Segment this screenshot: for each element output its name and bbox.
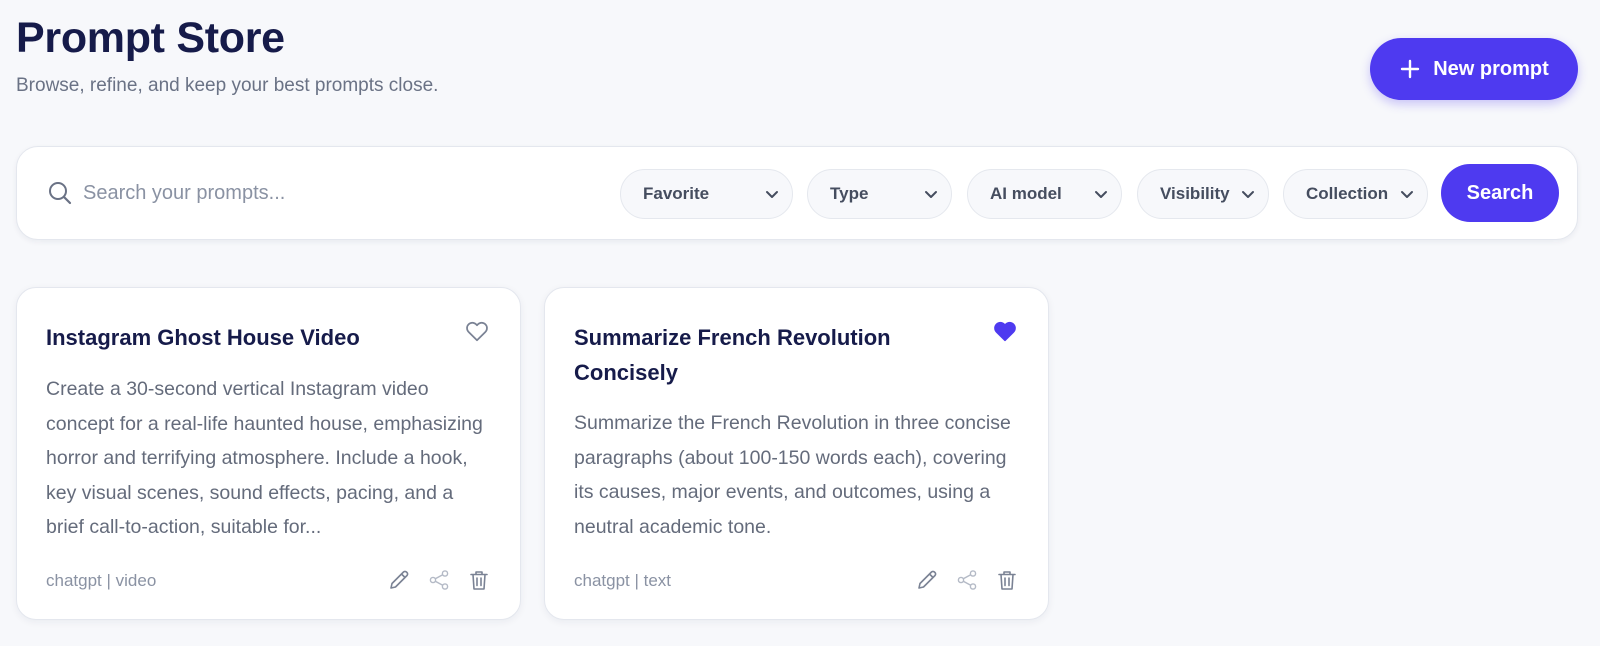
chevron-down-icon bbox=[764, 186, 780, 202]
prompt-card-title: Instagram Ghost House Video bbox=[46, 325, 360, 350]
filter-collection[interactable]: Collection bbox=[1283, 169, 1428, 219]
filter-collection-label: Collection bbox=[1306, 184, 1389, 203]
new-prompt-label: New prompt bbox=[1433, 57, 1549, 80]
filter-type[interactable]: Type bbox=[807, 169, 952, 219]
prompt-store-page: Prompt Store Browse, refine, and keep yo… bbox=[0, 0, 1600, 646]
chevron-down-icon bbox=[1093, 186, 1109, 202]
page-subtitle: Browse, refine, and keep your best promp… bbox=[16, 75, 439, 96]
search-input[interactable] bbox=[83, 171, 603, 215]
filter-favorite-label: Favorite bbox=[643, 184, 710, 203]
prompt-card[interactable]: Instagram Ghost House Video Create a 30-… bbox=[16, 287, 521, 620]
chevron-down-icon bbox=[1240, 186, 1256, 202]
chevron-down-icon bbox=[1399, 186, 1415, 202]
prompt-card-description: Create a 30-second vertical Instagram vi… bbox=[46, 378, 483, 539]
heart-outline-icon[interactable] bbox=[464, 318, 492, 346]
prompt-card-meta: chatgpt | text bbox=[574, 571, 672, 590]
prompt-card-description: Summarize the French Revolution in three… bbox=[574, 412, 1011, 538]
search-button[interactable]: Search bbox=[1441, 164, 1559, 222]
chevron-down-icon bbox=[923, 186, 939, 202]
search-icon bbox=[47, 180, 73, 206]
filter-ai-model[interactable]: AI model bbox=[967, 169, 1122, 219]
trash-icon[interactable] bbox=[994, 567, 1020, 593]
prompt-card-actions bbox=[914, 567, 1020, 593]
filter-ai-model-label: AI model bbox=[990, 184, 1062, 203]
new-prompt-button[interactable]: New prompt bbox=[1370, 38, 1578, 100]
trash-icon[interactable] bbox=[466, 567, 492, 593]
plus-icon bbox=[1399, 58, 1421, 80]
prompt-card-title: Summarize French Revolution Concisely bbox=[574, 325, 891, 385]
share-icon[interactable] bbox=[954, 567, 980, 593]
heart-filled-icon[interactable] bbox=[992, 318, 1020, 346]
prompt-card-actions bbox=[386, 567, 492, 593]
filter-visibility-label: Visibility bbox=[1160, 184, 1230, 203]
search-panel: Favorite Type AI model Visibility Collec… bbox=[16, 146, 1578, 240]
share-icon[interactable] bbox=[426, 567, 452, 593]
filter-favorite[interactable]: Favorite bbox=[620, 169, 793, 219]
pencil-icon[interactable] bbox=[386, 567, 412, 593]
page-title: Prompt Store bbox=[16, 14, 285, 62]
pencil-icon[interactable] bbox=[914, 567, 940, 593]
prompt-card-meta: chatgpt | video bbox=[46, 571, 157, 590]
filter-type-label: Type bbox=[830, 184, 869, 203]
page-header: Prompt Store Browse, refine, and keep yo… bbox=[16, 14, 1578, 114]
filter-visibility[interactable]: Visibility bbox=[1137, 169, 1269, 219]
prompt-card[interactable]: Summarize French Revolution Concisely Su… bbox=[544, 287, 1049, 620]
